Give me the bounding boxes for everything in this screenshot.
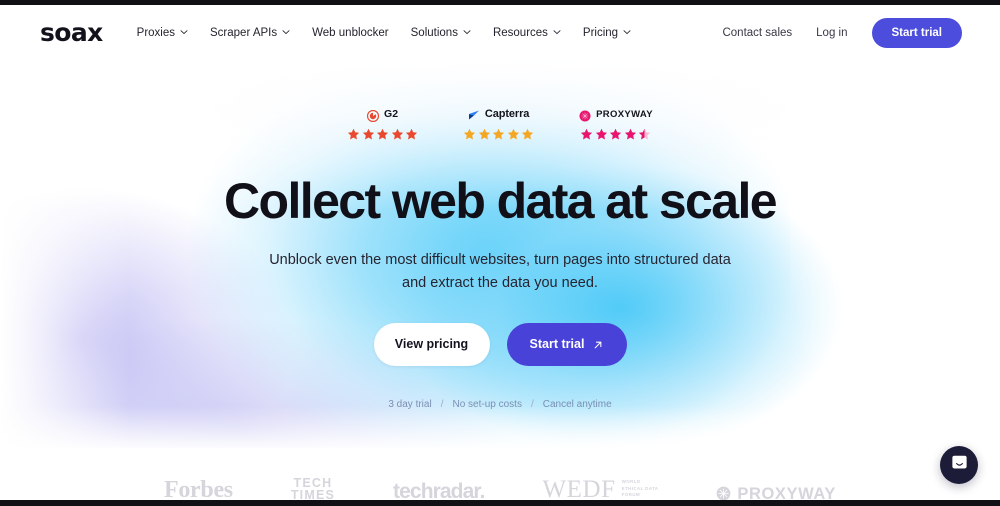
header-start-trial-button[interactable]: Start trial [871,17,962,48]
nav-item-solutions[interactable]: Solutions [411,27,471,39]
review-badge-proxyway[interactable]: PROXYWAY [579,108,653,141]
intercom-chat-launcher[interactable] [940,446,978,484]
wedf-wordmark: WEDF [542,476,616,503]
letterbox-top [0,0,1000,5]
star-icon [521,128,534,141]
start-trial-label: Start trial [529,337,585,352]
nav-label: Solutions [410,26,458,39]
nav-item-resources[interactable]: Resources [493,27,561,39]
site-header: soax Proxies Scraper APIs Web unblocker … [0,5,1000,60]
badge-heading: G2 [366,108,399,122]
arrow-up-right-icon [593,339,603,349]
chevron-down-icon [463,28,471,36]
soax-logo[interactable]: soax [40,20,103,45]
subhead-line-2: and extract the data you need. [402,275,598,292]
header-actions: Contact sales Log in Start trial [722,17,962,48]
log-in-link[interactable]: Log in [816,27,847,39]
view-pricing-button[interactable]: View pricing [373,322,490,366]
chevron-down-icon [553,28,561,36]
nav-label: Web unblocker [312,26,389,39]
logo-tech-times: TECH TIMES [291,476,335,503]
chevron-down-icon [282,28,290,36]
star-icon [492,128,505,141]
wedf-sub-line-1: WORLD [621,478,641,484]
wedf-sub-line-3: FORUM [621,492,640,498]
star-icon [478,128,491,141]
hero-cta-row: View pricing Start trial [0,322,1000,366]
badge-heading: PROXYWAY [579,108,653,121]
star-rating-proxyway [580,128,651,141]
subhead-line-1: Unblock even the most difficult websites… [269,252,731,268]
star-icon [580,128,593,141]
hero-section: G2 Capterra PROXYWAY Collect web data at… [0,60,1000,448]
trial-fineprint: 3 day trial / No set-up costs / Cancel a… [0,399,1000,410]
star-icon [391,128,404,141]
chevron-down-icon [180,28,188,36]
star-icon [376,128,389,141]
contact-sales-link[interactable]: Contact sales [722,27,792,39]
nav-label: Pricing [582,26,619,39]
hero-start-trial-button[interactable]: Start trial [506,322,627,366]
intercom-chat-icon [950,453,969,477]
star-icon [347,128,360,141]
nav-label: Scraper APIs [210,26,278,39]
review-badges: G2 Capterra PROXYWAY [0,60,1000,141]
chevron-down-icon [623,28,631,36]
partner-logos-strip: Forbes TECH TIMES techradar. WEDF WORLD … [0,448,1000,506]
badge-name: G2 [383,108,399,121]
star-icon [405,128,418,141]
review-badge-capterra[interactable]: Capterra [463,108,534,141]
nav-item-web-unblocker[interactable]: Web unblocker [312,27,389,39]
wedf-sub-line-2: ETHICAL DATA [621,485,659,491]
nav-label: Resources [492,26,548,39]
logo-wedf: WEDF WORLD ETHICAL DATA FORUM [542,477,658,502]
nav-item-scraper-apis[interactable]: Scraper APIs [210,27,290,39]
wedf-subtitle: WORLD ETHICAL DATA FORUM [622,479,659,502]
star-icon [463,128,476,141]
badge-heading: Capterra [468,108,529,121]
fineprint-trial-length: 3 day trial [388,398,432,410]
badge-name: Capterra [484,108,530,120]
hero-subheading: Unblock even the most difficult websites… [0,249,1000,296]
fineprint-cancel: Cancel anytime [542,398,612,410]
page-root: soax Proxies Scraper APIs Web unblocker … [0,0,1000,506]
fineprint-no-setup: No set-up costs [452,398,522,410]
page-title: Collect web data at scale [224,173,778,229]
star-icon [507,128,520,141]
g2-circle-icon [366,109,380,122]
fineprint-separator: / [440,398,444,410]
capterra-arrow-icon [468,109,480,121]
star-rating-g2 [347,128,418,141]
star-rating-capterra [463,128,534,141]
hero-content: G2 Capterra PROXYWAY Collect web data at… [0,60,1000,410]
proxyway-circle-icon [579,109,591,121]
proxyway-circle-icon [716,486,731,501]
letterbox-bottom [0,500,1000,506]
logo-forbes: Forbes [163,477,233,503]
view-pricing-label: View pricing [394,337,469,352]
nav-item-pricing[interactable]: Pricing [583,27,631,39]
main-nav: Proxies Scraper APIs Web unblocker Solut… [137,27,631,39]
review-badge-g2[interactable]: G2 [347,108,418,141]
nav-item-proxies[interactable]: Proxies [137,27,188,39]
star-icon [624,128,637,141]
badge-name: PROXYWAY [596,108,653,120]
star-icon [609,128,622,141]
star-icon [362,128,375,141]
nav-label: Proxies [136,26,176,39]
star-icon [595,128,608,141]
star-half-icon [638,128,651,141]
fineprint-separator: / [530,398,534,410]
logo-techradar: techradar. [393,480,485,503]
